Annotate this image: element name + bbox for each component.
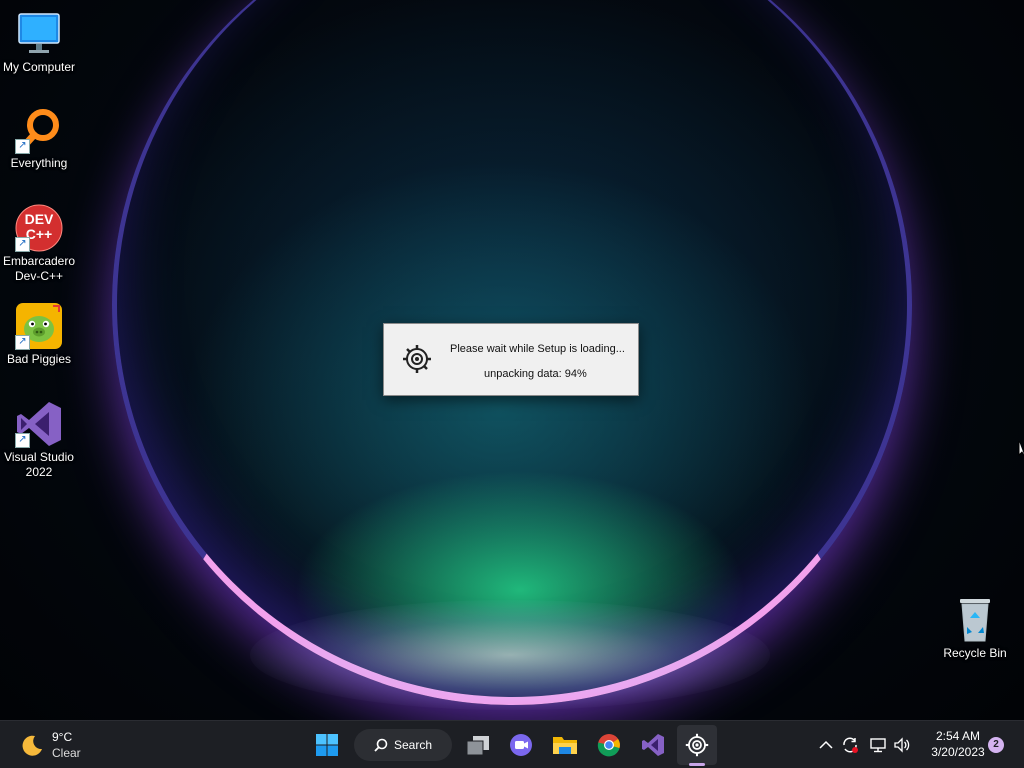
- desktop-icon-my-computer[interactable]: My Computer: [1, 10, 77, 75]
- steelseries-icon: [685, 733, 709, 757]
- magnifier-icon: ↗: [15, 106, 63, 154]
- setup-loading-dialog: Please wait while Setup is loading... un…: [383, 323, 639, 396]
- desktop-icon-label: My Computer: [2, 60, 76, 74]
- dialog-progress-status: unpacking data: 94%: [484, 368, 587, 380]
- desktop-icon-bad-piggies[interactable]: ↗ Bad Piggies: [1, 302, 77, 367]
- start-button[interactable]: [307, 725, 347, 765]
- shortcut-arrow-icon: ↗: [15, 433, 30, 448]
- desktop-icon-recycle-bin[interactable]: Recycle Bin: [937, 596, 1013, 661]
- desktop-icon-label: Everything: [10, 156, 68, 170]
- bad-piggies-icon: ↗: [15, 302, 63, 350]
- shortcut-arrow-icon: ↗: [15, 237, 30, 252]
- steelseries-gear-icon: [402, 344, 432, 374]
- monitor-icon: [15, 10, 63, 58]
- visual-studio-icon: ↗: [15, 400, 63, 448]
- chrome-icon: [597, 734, 620, 757]
- desktop-icon-label: Bad Piggies: [6, 352, 72, 366]
- search-icon: [374, 738, 388, 752]
- desktop-icon-everything[interactable]: ↗ Everything: [1, 106, 77, 171]
- task-view-icon: [466, 736, 489, 756]
- network-icon: [870, 738, 886, 753]
- notification-count-badge[interactable]: 2: [988, 737, 1004, 753]
- search-label: Search: [393, 738, 433, 752]
- clock-time: 2:54 AM: [935, 729, 981, 743]
- recycle-bin-icon: [951, 596, 999, 644]
- desktop-icon-label: Recycle Bin: [943, 646, 1007, 660]
- taskbar-clock[interactable]: 2:54 AM 3/20/2023: [920, 728, 996, 760]
- desktop-icon-devcpp[interactable]: DEV C++ ↗ Embarcadero Dev-C++: [1, 204, 77, 284]
- devcpp-icon: DEV C++ ↗: [15, 204, 63, 252]
- desktop-icon-label: Embarcadero Dev-C++: [2, 254, 76, 283]
- desktop-icon-label: Visual Studio 2022: [4, 450, 74, 479]
- clock-date: 3/20/2023: [931, 745, 985, 759]
- file-explorer-icon: [553, 737, 577, 754]
- file-explorer-button[interactable]: [545, 725, 585, 765]
- active-app-indicator: [689, 763, 705, 766]
- task-view-button[interactable]: [458, 725, 498, 765]
- taskbar: 9°C Clear Search 2:54 AM 3/20/2023 2: [0, 720, 1024, 768]
- steelseries-taskbar-button[interactable]: [677, 725, 717, 765]
- start-icon: [316, 734, 338, 756]
- desktop-icon-visual-studio[interactable]: ↗ Visual Studio 2022: [1, 400, 77, 480]
- shortcut-arrow-icon: ↗: [15, 139, 30, 154]
- teams-chat-button[interactable]: [501, 725, 541, 765]
- taskbar-search-button[interactable]: Search: [354, 729, 452, 761]
- sync-icon: [843, 737, 858, 753]
- show-hidden-icons-button[interactable]: [816, 735, 836, 755]
- mouse-cursor-icon: [1018, 440, 1024, 463]
- moon-icon: [22, 735, 42, 756]
- teams-chat-icon: [510, 734, 532, 756]
- volume-icon: [894, 737, 910, 753]
- dialog-message: Please wait while Setup is loading...: [450, 343, 625, 355]
- weather-condition: Clear: [52, 746, 81, 760]
- visual-studio-taskbar-button[interactable]: [633, 725, 673, 765]
- shortcut-arrow-icon: ↗: [15, 335, 30, 350]
- chrome-button[interactable]: [589, 725, 629, 765]
- network-tray-button[interactable]: [868, 735, 888, 755]
- weather-temperature: 9°C: [52, 730, 73, 744]
- wallpaper-orb-glow: [250, 600, 770, 710]
- chevron-up-icon: [819, 740, 833, 749]
- sync-tray-button[interactable]: [840, 735, 860, 755]
- visual-studio-icon: [642, 734, 664, 756]
- volume-tray-button[interactable]: [892, 735, 912, 755]
